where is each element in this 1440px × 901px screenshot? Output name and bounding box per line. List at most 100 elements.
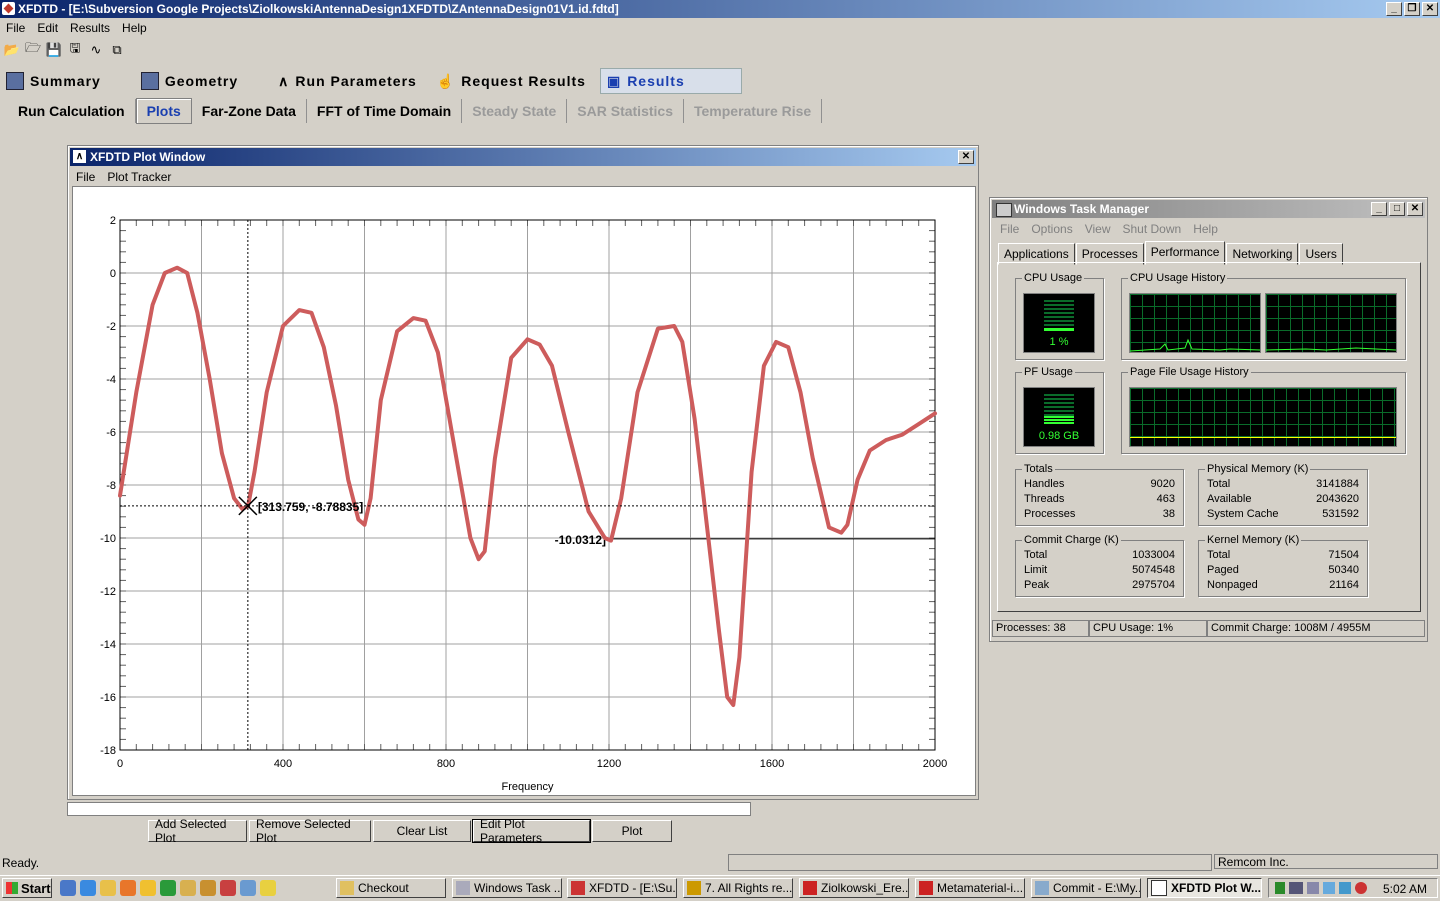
plot-window-close-button[interactable]: ✕: [958, 150, 974, 164]
plot-window-title-bar[interactable]: ∧ XFDTD Plot Window ✕: [70, 148, 976, 166]
subtab-steady-state[interactable]: Steady State: [462, 99, 568, 123]
status-company: Remcom Inc.: [1214, 854, 1438, 869]
subtab-fft-time-domain[interactable]: FFT of Time Domain: [307, 99, 463, 123]
cpu-history-group: CPU Usage History: [1121, 272, 1406, 360]
copy-icon[interactable]: ⧉: [108, 41, 126, 59]
plot-list[interactable]: [67, 802, 751, 816]
task-xfdtd[interactable]: XFDTD - [E:\Su...: [567, 878, 677, 898]
status-bar: Ready. Remcom Inc.: [0, 853, 1440, 871]
menu-file[interactable]: File: [0, 19, 31, 37]
plot-window: ∧ XFDTD Plot Window ✕ File Plot Tracker …: [67, 145, 979, 800]
box-icon[interactable]: [240, 880, 256, 896]
open-icon[interactable]: 📂: [3, 41, 21, 59]
volume-icon[interactable]: [1339, 882, 1351, 894]
security-icon[interactable]: [1355, 882, 1367, 894]
menu-help[interactable]: Help: [116, 19, 153, 37]
save-as-icon[interactable]: 🖫: [66, 40, 84, 59]
tab-run-parameters[interactable]: ∧ Run Parameters: [272, 68, 431, 94]
tm-menu-shut-down[interactable]: Shut Down: [1117, 220, 1188, 238]
explorer-icon[interactable]: [100, 880, 116, 896]
cpu-usage-meter: 1 %: [1023, 293, 1095, 353]
task-windows-task-manager[interactable]: Windows Task ...: [452, 878, 562, 898]
task-manager-title: Windows Task Manager: [1014, 202, 1150, 216]
subtab-temperature-rise[interactable]: Temperature Rise: [684, 99, 823, 123]
tab-geometry[interactable]: Geometry: [135, 68, 252, 94]
tm-minimize-button[interactable]: _: [1371, 202, 1387, 216]
pencil-icon[interactable]: [260, 880, 276, 896]
plot-area[interactable]: 0 400 800 1200 1600 2000 2 0 -2 -4 -6 -8 -10 -12 -14 -1…: [72, 186, 976, 796]
results-icon: ▣: [606, 72, 622, 89]
tab-summary[interactable]: Summary: [0, 68, 115, 94]
toolbar: 📂 🗁 💾 🖫 ∿ ⧉: [0, 40, 126, 61]
pf-usage-meter: 0.98 GB: [1023, 387, 1095, 447]
task-commit[interactable]: Commit - E:\My...: [1031, 878, 1141, 898]
tab-results[interactable]: ▣ Results: [599, 68, 742, 94]
task-ziolkowski-pdf[interactable]: Ziolkowski_Ere...: [799, 878, 909, 898]
run-parameters-icon: ∧: [278, 72, 290, 89]
green-app-icon[interactable]: [160, 880, 176, 896]
subtab-plots[interactable]: Plots: [135, 98, 192, 124]
curve-icon[interactable]: ∿: [87, 41, 105, 59]
desktop-icon[interactable]: [60, 880, 76, 896]
tm-menu-file[interactable]: File: [994, 220, 1025, 238]
tm-maximize-button[interactable]: □: [1389, 202, 1405, 216]
geometry-icon: [140, 72, 159, 90]
restore-button[interactable]: ❐: [1404, 2, 1420, 16]
task-metamaterial-pdf[interactable]: Metamaterial-i...: [915, 878, 1025, 898]
media-icon[interactable]: [140, 880, 156, 896]
edit-plot-parameters-button[interactable]: Edit Plot Parameters: [472, 817, 591, 845]
clear-list-button[interactable]: Clear List: [373, 820, 471, 842]
plot-menu-plot-tracker[interactable]: Plot Tracker: [101, 168, 177, 186]
save-icon[interactable]: 💾: [45, 41, 63, 59]
folder-icon[interactable]: [180, 880, 196, 896]
minimize-button[interactable]: _: [1386, 2, 1402, 16]
physical-memory-group: Physical Memory (K) Total 3141884 Availab…: [1198, 463, 1368, 526]
task-manager-title-bar[interactable]: Windows Task Manager _ □ ✕: [992, 200, 1425, 218]
subtab-run-calculation[interactable]: Run Calculation: [8, 99, 136, 123]
task-checkout[interactable]: Checkout: [336, 878, 446, 898]
task-all-rights[interactable]: 7. All Rights re...: [683, 878, 793, 898]
clock[interactable]: 5:02 AM: [1383, 882, 1427, 896]
x-tick-label: 800: [437, 758, 455, 770]
start-button[interactable]: Start: [2, 878, 52, 898]
tab-request-results[interactable]: ☝ Request Results: [431, 68, 600, 94]
link-icon[interactable]: [220, 880, 236, 896]
plot-button[interactable]: Plot: [592, 820, 672, 842]
subtab-far-zone-data[interactable]: Far-Zone Data: [192, 99, 307, 123]
tool-icon[interactable]: [200, 880, 216, 896]
open-folder-icon[interactable]: 🗁: [24, 40, 42, 59]
network-icon[interactable]: [1289, 882, 1303, 894]
ie-icon[interactable]: [80, 880, 96, 896]
network-2-icon[interactable]: [1323, 882, 1335, 894]
menu-bar: File Edit Results Help: [0, 19, 1440, 37]
firefox-icon[interactable]: [120, 880, 136, 896]
display-icon[interactable]: [1307, 882, 1319, 894]
task-manager-icon: [456, 881, 470, 895]
commit-charge-group: Commit Charge (K) Total 1033004 Limit 5074…: [1015, 534, 1184, 597]
tm-menu-help[interactable]: Help: [1187, 220, 1224, 238]
pf-history-graph: [1129, 387, 1397, 447]
add-selected-plot-button[interactable]: Add Selected Plot: [148, 817, 247, 845]
tm-menu-options[interactable]: Options: [1025, 220, 1078, 238]
tm-menu-view[interactable]: View: [1079, 220, 1117, 238]
tray-app-icon[interactable]: [1275, 882, 1285, 894]
app-title-bar[interactable]: XFDTD - [E:\Subversion Google Projects\Z…: [0, 0, 1440, 18]
main-tabs: Summary Geometry ∧ Run Parameters ☝ Reques…: [0, 68, 742, 94]
request-results-icon: ☝: [436, 72, 456, 89]
pdf-icon: [803, 881, 817, 895]
plot-menu-file[interactable]: File: [70, 168, 101, 186]
subtab-sar-statistics[interactable]: SAR Statistics: [567, 99, 684, 123]
close-button[interactable]: ✕: [1422, 2, 1438, 16]
menu-edit[interactable]: Edit: [31, 19, 64, 37]
y-tick-label: 2: [110, 215, 116, 227]
frequency-chart[interactable]: 0 400 800 1200 1600 2000 2 0 -2 -4 -6 -8 -10 -12 -14 -1…: [73, 187, 975, 795]
task-xfdtd-plot-window[interactable]: XFDTD Plot W...: [1147, 878, 1262, 898]
pf-usage-group: PF Usage 0.98 GB: [1015, 366, 1104, 454]
y-tick-label: -12: [100, 586, 116, 598]
tm-close-button[interactable]: ✕: [1407, 202, 1423, 216]
xfdtd-icon: [571, 881, 585, 895]
app-title: XFDTD - [E:\Subversion Google Projects\Z…: [18, 2, 619, 16]
menu-results[interactable]: Results: [64, 19, 116, 37]
x-tick-label: 400: [274, 758, 292, 770]
remove-selected-plot-button[interactable]: Remove Selected Plot: [249, 817, 371, 845]
